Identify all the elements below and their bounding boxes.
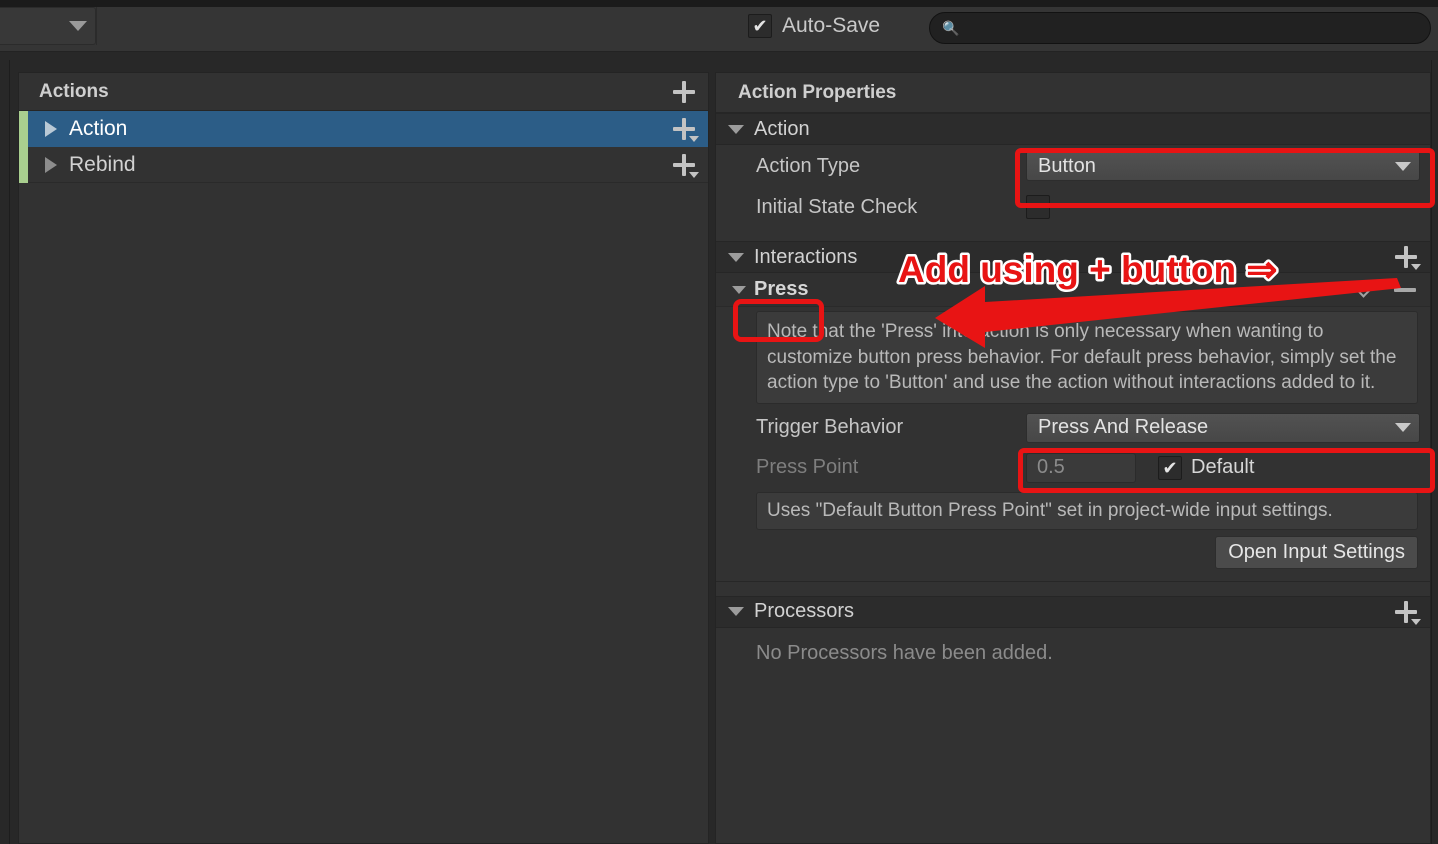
- add-interaction-button[interactable]: [1392, 243, 1420, 271]
- minus-icon[interactable]: [1394, 288, 1416, 292]
- chevron-down-icon: [689, 172, 699, 178]
- action-list-item-rebind[interactable]: Rebind: [19, 147, 708, 183]
- search-field[interactable]: 🔍: [929, 12, 1431, 44]
- default-press-point-note: Uses "Default Button Press Point" set in…: [756, 492, 1418, 530]
- toolbar-divider: [96, 7, 97, 45]
- auto-save-label: Auto-Save: [782, 14, 880, 38]
- press-point-row: Press Point 0.5 ✔ Default: [716, 448, 1430, 488]
- add-binding-button-rebind[interactable]: [670, 151, 698, 179]
- open-input-settings-row: Open Input Settings: [716, 530, 1430, 569]
- action-name: Action: [69, 117, 127, 141]
- press-point-default-toggle[interactable]: ✔ Default: [1158, 456, 1254, 480]
- processors-section-header[interactable]: Processors: [716, 596, 1430, 628]
- action-type-label: Action Type: [756, 155, 1026, 178]
- actions-panel-title: Actions: [39, 81, 109, 103]
- open-input-settings-button[interactable]: Open Input Settings: [1215, 536, 1418, 569]
- chevron-down-icon: [1395, 162, 1411, 171]
- processors-empty-message: No Processors have been added.: [716, 628, 1430, 665]
- chevron-down-icon: [1395, 423, 1411, 432]
- processors-section-label: Processors: [754, 600, 854, 623]
- caret-down-icon[interactable]: [728, 125, 744, 134]
- press-point-label: Press Point: [756, 456, 1026, 479]
- action-properties-header: Action Properties: [716, 73, 1430, 113]
- chevron-down-icon: [689, 136, 699, 142]
- default-label: Default: [1191, 456, 1254, 479]
- add-action-button[interactable]: [670, 78, 698, 106]
- chevron-up-icon[interactable]: [1314, 280, 1334, 300]
- unity-input-actions-editor: s ✔ Auto-Save 🔍 Actions Action: [0, 0, 1438, 844]
- initial-state-check-row: Initial State Check ✔: [716, 187, 1430, 227]
- actions-panel: Actions Action Rebind: [18, 72, 709, 844]
- action-color-chip: [19, 111, 28, 147]
- caret-down-icon[interactable]: [732, 286, 746, 294]
- section-divider: [716, 581, 1430, 582]
- trigger-behavior-label: Trigger Behavior: [756, 416, 1026, 439]
- chevron-down-icon[interactable]: [1354, 280, 1374, 300]
- press-point-input[interactable]: 0.5: [1026, 453, 1136, 483]
- press-interaction-note: Note that the 'Press' interaction is onl…: [756, 311, 1418, 404]
- interactions-section-header[interactable]: Interactions: [716, 241, 1430, 273]
- action-color-chip: [19, 147, 28, 183]
- control-scheme-dropdown[interactable]: s: [0, 7, 96, 45]
- default-checkbox[interactable]: ✔: [1158, 456, 1182, 480]
- foldout-arrow-icon[interactable]: [45, 121, 57, 137]
- action-type-value: Button: [1038, 155, 1395, 178]
- action-section-header[interactable]: Action: [716, 113, 1430, 145]
- action-type-row: Action Type Button: [716, 145, 1430, 187]
- auto-save-checkbox[interactable]: ✔: [748, 14, 772, 38]
- right-window-edge: [1431, 60, 1432, 844]
- chevron-down-icon: [69, 21, 87, 31]
- actions-panel-header: Actions: [19, 73, 708, 111]
- trigger-behavior-dropdown[interactable]: Press And Release: [1026, 413, 1420, 443]
- interaction-item-header-press[interactable]: Press: [716, 273, 1430, 307]
- trigger-behavior-value: Press And Release: [1038, 416, 1395, 439]
- caret-down-icon[interactable]: [728, 253, 744, 262]
- caret-down-icon[interactable]: [728, 607, 744, 616]
- action-properties-title: Action Properties: [738, 82, 896, 104]
- initial-state-check-checkbox[interactable]: ✔: [1026, 195, 1050, 219]
- toolbar-top-strip: [0, 0, 1438, 7]
- action-properties-panel: Action Properties Action Action Type But…: [715, 72, 1431, 844]
- plus-icon: [670, 78, 698, 106]
- control-scheme-value: s: [0, 15, 69, 37]
- chevron-down-icon: [1411, 619, 1421, 625]
- search-input[interactable]: [965, 20, 1418, 37]
- foldout-arrow-icon[interactable]: [45, 157, 57, 173]
- search-icon: 🔍: [942, 20, 959, 37]
- add-binding-button-action[interactable]: [670, 115, 698, 143]
- chevron-down-icon: [1411, 264, 1421, 270]
- interaction-controls: [1314, 273, 1416, 307]
- interaction-name: Press: [754, 278, 809, 301]
- interactions-section-label: Interactions: [754, 246, 857, 269]
- action-section-label: Action: [754, 118, 810, 141]
- action-name: Rebind: [69, 153, 136, 177]
- auto-save-toggle[interactable]: ✔ Auto-Save: [748, 14, 880, 38]
- action-type-dropdown[interactable]: Button: [1026, 151, 1420, 181]
- left-window-edge: [9, 60, 10, 844]
- editor-toolbar: s ✔ Auto-Save 🔍: [0, 0, 1438, 52]
- action-list-item-action[interactable]: Action: [19, 111, 708, 147]
- trigger-behavior-row: Trigger Behavior Press And Release: [716, 408, 1430, 448]
- initial-state-check-label: Initial State Check: [756, 196, 1026, 219]
- add-processor-button[interactable]: [1392, 598, 1420, 626]
